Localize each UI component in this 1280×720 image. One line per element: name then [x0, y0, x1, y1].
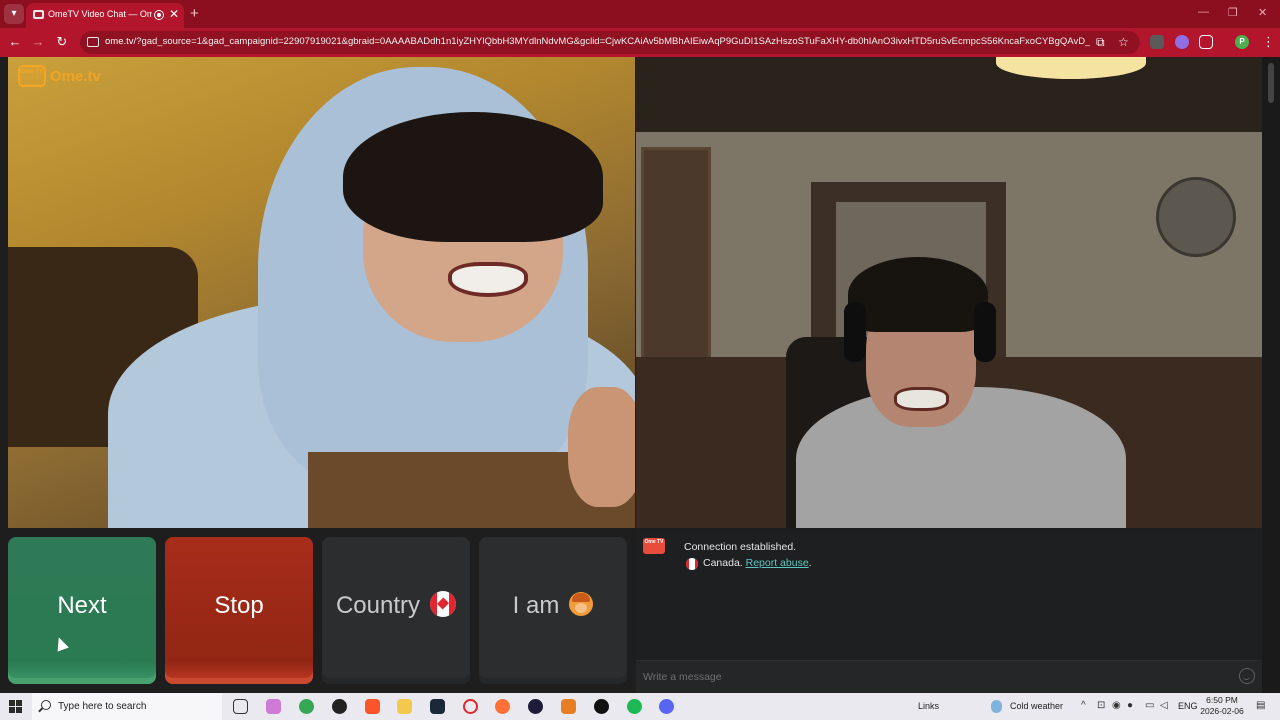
stranger-video: Ome TV Ome.tv [8, 57, 635, 528]
task-view-icon[interactable] [233, 699, 248, 714]
stop-label: Stop [214, 592, 264, 619]
extension-glasses-icon[interactable] [1150, 35, 1164, 49]
clock-date: 2026-02-06 [1200, 706, 1244, 716]
person-mouth [448, 262, 528, 297]
clock-time: 6:50 PM [1206, 695, 1238, 705]
network-icon[interactable]: ▭ [1145, 700, 1154, 711]
chat-panel: Ome TV Connection established. Canada. R… [636, 530, 1262, 693]
install-app-icon[interactable]: ⧉ [1096, 35, 1105, 50]
self-video [636, 57, 1262, 528]
microphone-icon[interactable]: ● [1127, 700, 1133, 711]
weather-text[interactable]: Cold weather [1010, 701, 1063, 711]
browser-toolbar: ← → ↻ ome.tv/?gad_source=1&gad_campaigni… [0, 28, 1280, 57]
person-mouth [894, 387, 949, 411]
language-indicator[interactable]: ENG [1178, 701, 1198, 711]
recording-indicator-icon [154, 10, 164, 20]
person-hand [568, 387, 635, 507]
reload-icon[interactable]: ↻ [53, 34, 71, 50]
boy-avatar-icon [569, 591, 594, 616]
canada-flag-icon [430, 590, 457, 617]
tray-app-icon[interactable]: ⊡ [1097, 700, 1105, 711]
profile-avatar[interactable]: P [1235, 35, 1249, 49]
close-window-button[interactable]: ✕ [1258, 6, 1267, 19]
forward-arrow-icon[interactable]: → [29, 34, 47, 49]
tab-close-button[interactable]: ✕ [169, 7, 179, 21]
person-hair [848, 257, 988, 332]
notifications-icon[interactable]: ▤ [1256, 700, 1265, 711]
canada-flag-small-icon [686, 558, 698, 570]
active-tab[interactable]: OmeTV Video Chat — Ome ✕ [26, 3, 184, 28]
ometv-logo-text: Ome.tv [50, 67, 101, 85]
firefox-icon[interactable] [495, 699, 510, 714]
show-hidden-icons[interactable]: ^ [1081, 700, 1086, 711]
stranger-country: Canada. [703, 557, 743, 569]
taskbar: Type here to search Links Cold weather ^… [0, 693, 1280, 720]
clock[interactable]: 6:50 PM 2026-02-06 [1196, 695, 1248, 717]
url-text[interactable]: ome.tv/?gad_source=1&gad_campaignid=2290… [105, 36, 1090, 47]
ometv-logo-icon: Ome TV [18, 65, 46, 87]
taskbar-search[interactable]: Type here to search [32, 693, 222, 720]
ceiling [636, 57, 1262, 132]
message-input[interactable] [636, 660, 1262, 693]
headphone-right [974, 302, 996, 362]
windows-start-icon[interactable] [9, 700, 22, 713]
person-hair [343, 112, 603, 242]
weather-icon[interactable] [991, 700, 1002, 713]
opera-icon[interactable] [463, 699, 478, 714]
ometv-chat-logo-icon: Ome TV [643, 538, 665, 554]
new-tab-button[interactable]: + [190, 5, 199, 22]
tab-title: OmeTV Video Chat — Ome [48, 9, 152, 19]
headphone-left [844, 302, 866, 362]
copilot-icon[interactable] [266, 699, 281, 714]
davinci-icon[interactable] [594, 699, 609, 714]
report-period: . [808, 557, 812, 569]
browser-tab-bar: ▾ OmeTV Video Chat — Ome ✕ + — ❐ ✕ [0, 0, 1280, 28]
bookmark-star-icon[interactable]: ☆ [1118, 35, 1129, 49]
links-toolbar[interactable]: Links [918, 701, 939, 711]
file-explorer-icon[interactable] [397, 699, 412, 714]
spotify-icon[interactable] [627, 699, 642, 714]
ometv-favicon-icon [33, 10, 44, 19]
wall-fan [1156, 177, 1236, 257]
page-content: Ome TV Ome.tv Next Stop Country I am Ome… [0, 57, 1280, 693]
camera-permission-icon[interactable] [87, 37, 99, 47]
browser-menu-icon[interactable]: ⋮ [1262, 34, 1275, 50]
stranger-country-line: Canada. Report abuse. [703, 557, 812, 569]
extensions-puzzle-icon[interactable] [1199, 35, 1213, 49]
back-arrow-icon[interactable]: ← [6, 34, 24, 49]
stop-button[interactable]: Stop [165, 537, 313, 684]
search-placeholder: Type here to search [58, 701, 147, 712]
next-label: Next [57, 592, 107, 619]
next-button[interactable]: Next [8, 537, 156, 684]
media-player-icon[interactable] [528, 699, 543, 714]
page-scrollbar[interactable] [1262, 57, 1280, 693]
chrome-icon[interactable] [299, 699, 314, 714]
steam-icon[interactable] [430, 699, 445, 714]
emoji-icon[interactable] [1239, 668, 1255, 684]
tab-search-menu-button[interactable]: ▾ [4, 4, 24, 24]
volume-icon[interactable]: ◁ [1160, 700, 1168, 711]
country-label: Country [335, 592, 421, 619]
app-icon[interactable] [332, 699, 347, 714]
discord-icon[interactable] [659, 699, 674, 714]
app-a-icon[interactable] [561, 699, 576, 714]
minimize-button[interactable]: — [1198, 6, 1209, 18]
restore-button[interactable]: ❐ [1228, 6, 1238, 19]
connection-status: Connection established. [684, 541, 797, 553]
glass-cabinet [641, 147, 711, 387]
gender-button[interactable]: I am [479, 537, 627, 684]
brave-icon[interactable] [365, 699, 380, 714]
address-bar[interactable]: ome.tv/?gad_source=1&gad_campaignid=2290… [80, 31, 1140, 54]
tray-record-icon[interactable]: ◉ [1112, 700, 1121, 711]
report-abuse-link[interactable]: Report abuse [746, 557, 809, 569]
ometv-logo: Ome TV Ome.tv [18, 65, 101, 87]
gender-label: I am [512, 592, 560, 619]
country-button[interactable]: Country [322, 537, 470, 684]
scroll-thumb[interactable] [1268, 63, 1274, 103]
search-icon [41, 700, 51, 710]
extension-orb-icon[interactable] [1175, 35, 1189, 49]
